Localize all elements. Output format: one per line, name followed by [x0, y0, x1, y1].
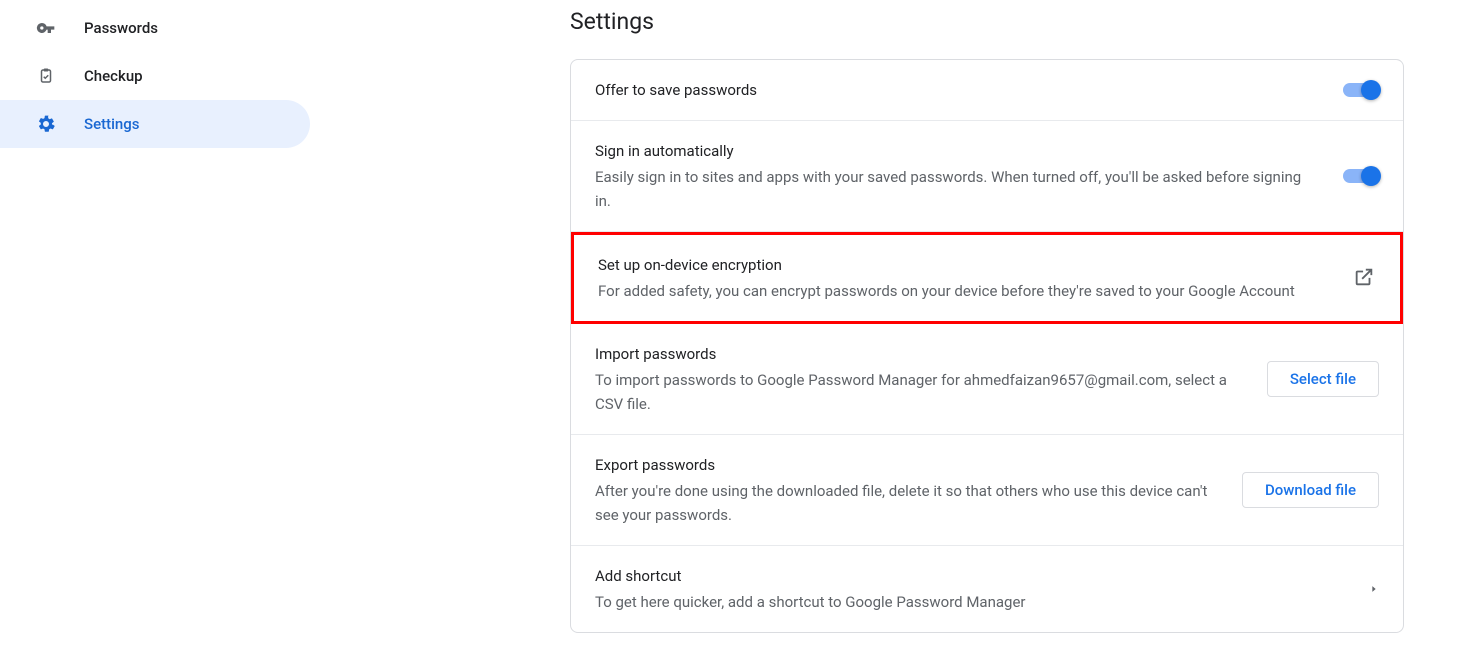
sidebar-item-label: Passwords [84, 19, 158, 37]
sidebar: Passwords Checkup Settings [0, 0, 310, 653]
row-title: Export passwords [595, 453, 1222, 477]
select-file-button[interactable]: Select file [1267, 361, 1379, 397]
row-add-shortcut[interactable]: Add shortcut To get here quicker, add a … [571, 546, 1403, 632]
row-title: Offer to save passwords [595, 78, 1323, 102]
row-desc: After you're done using the downloaded f… [595, 479, 1222, 527]
gear-icon [36, 114, 56, 134]
sidebar-item-label: Checkup [84, 67, 143, 85]
offer-save-toggle[interactable] [1343, 83, 1379, 97]
main-content: Settings Offer to save passwords Sign in… [310, 0, 1459, 653]
key-icon [36, 18, 56, 38]
row-desc: Easily sign in to sites and apps with yo… [595, 165, 1315, 213]
row-desc: To import passwords to Google Password M… [595, 368, 1247, 416]
row-desc: For added safety, you can encrypt passwo… [598, 279, 1318, 303]
row-auto-signin: Sign in automatically Easily sign in to … [571, 121, 1403, 232]
sidebar-item-label: Settings [84, 115, 140, 133]
row-title: Sign in automatically [595, 139, 1323, 163]
download-file-button[interactable]: Download file [1242, 472, 1379, 508]
open-in-new-icon[interactable] [1352, 265, 1376, 289]
row-title: Set up on-device encryption [598, 253, 1332, 277]
row-export: Export passwords After you're done using… [571, 435, 1403, 546]
sidebar-item-passwords[interactable]: Passwords [0, 4, 310, 52]
row-import: Import passwords To import passwords to … [571, 324, 1403, 435]
clipboard-check-icon [36, 66, 56, 86]
chevron-right-icon [1369, 583, 1379, 593]
settings-card: Offer to save passwords Sign in automati… [570, 59, 1404, 633]
row-desc: To get here quicker, add a shortcut to G… [595, 590, 1315, 614]
row-offer-save: Offer to save passwords [571, 60, 1403, 121]
row-encryption[interactable]: Set up on-device encryption For added sa… [571, 232, 1403, 324]
row-title: Add shortcut [595, 564, 1349, 588]
page-title: Settings [570, 8, 1404, 35]
sidebar-item-checkup[interactable]: Checkup [0, 52, 310, 100]
row-title: Import passwords [595, 342, 1247, 366]
sidebar-item-settings[interactable]: Settings [0, 100, 310, 148]
auto-signin-toggle[interactable] [1343, 169, 1379, 183]
